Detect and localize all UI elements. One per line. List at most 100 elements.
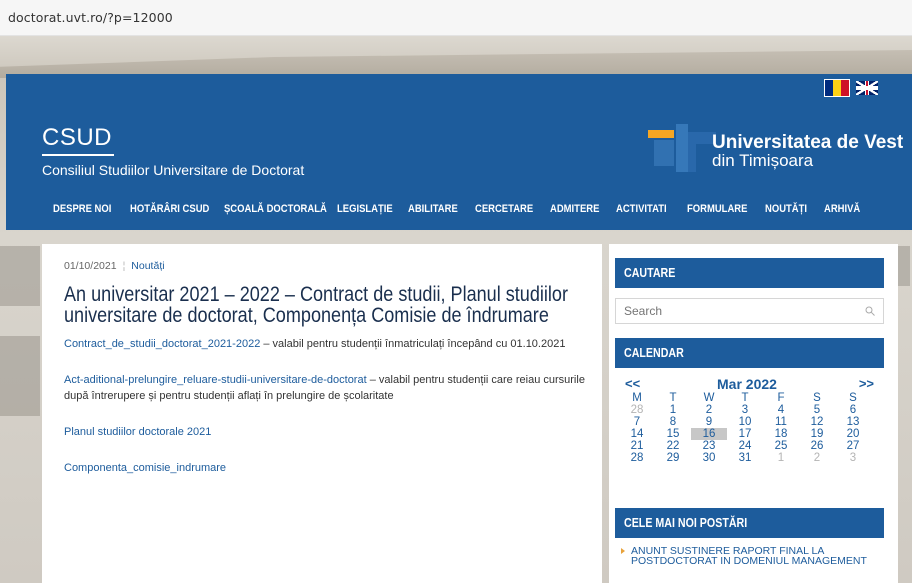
- nav-activitati[interactable]: ACTIVITATI: [616, 203, 667, 215]
- calendar-day[interactable]: 13: [835, 416, 871, 428]
- romanian-flag-icon[interactable]: [824, 79, 850, 97]
- calendar-day[interactable]: 4: [763, 404, 799, 416]
- nav-abilitare[interactable]: ABILITARE: [408, 203, 458, 215]
- nav-scoala-doctorala[interactable]: ȘCOALĂ DOCTORALĂ: [224, 203, 327, 215]
- calendar-day[interactable]: 23: [691, 440, 727, 452]
- calendar-day[interactable]: 17: [727, 428, 763, 440]
- calendar-day[interactable]: 10: [727, 416, 763, 428]
- calendar-day[interactable]: 28: [619, 404, 655, 416]
- calendar-day[interactable]: 14: [619, 428, 655, 440]
- calendar-header: << Mar 2022 >>: [615, 376, 884, 392]
- calendar-day[interactable]: 2: [691, 404, 727, 416]
- post-meta: 01/10/2021 ¦ Noutăți: [64, 260, 165, 272]
- calendar-day[interactable]: 28: [619, 452, 655, 464]
- calendar-day[interactable]: 1: [763, 452, 799, 464]
- nav-formulare[interactable]: FORMULARE: [687, 203, 747, 215]
- calendar-widget-title: CALENDAR: [615, 338, 884, 368]
- calendar-day[interactable]: 1: [655, 404, 691, 416]
- calendar-day[interactable]: 22: [655, 440, 691, 452]
- title-underline: [42, 154, 114, 156]
- calendar-day[interactable]: 11: [763, 416, 799, 428]
- address-bar[interactable]: doctorat.uvt.ro/?p=12000: [0, 0, 912, 36]
- nav-cercetare[interactable]: CERCETARE: [475, 203, 533, 215]
- calendar-day[interactable]: 20: [835, 428, 871, 440]
- nav-noutati[interactable]: NOUTĂȚI: [765, 203, 807, 215]
- calendar-grid: M T W T F S S 28 1 2 3 4 5 6 7 8 9 10 11 12 13 14 15 16 17 18 19 20…: [619, 392, 884, 464]
- calendar: << Mar 2022 >> M T W T F S S 28 1 2 3 4 5 6 7 8 9 10 11 12 1…: [615, 376, 884, 464]
- uvt-logo-icon[interactable]: [644, 122, 716, 182]
- calendar-weekday: T: [741, 392, 749, 404]
- building-window: [0, 246, 40, 306]
- post-category-link[interactable]: Noutăți: [131, 260, 164, 272]
- componenta-comisie-link[interactable]: Componenta_comisie_indrumare: [64, 462, 226, 474]
- calendar-day[interactable]: 9: [691, 416, 727, 428]
- calendar-day[interactable]: 3: [835, 452, 871, 464]
- calendar-month: Mar 2022: [717, 376, 777, 392]
- latest-post-title[interactable]: ANUNT SUSTINERE RAPORT FINAL LA POSTDOCT…: [631, 545, 867, 567]
- post-content: 01/10/2021 ¦ Noutăți An universitar 2021 –…: [42, 244, 602, 583]
- paragraph-text: – valabil pentru studenții înmatriculați…: [260, 338, 566, 350]
- calendar-day[interactable]: 24: [727, 440, 763, 452]
- post-paragraph: Act-aditional-prelungire_reluare-studii-…: [64, 372, 604, 404]
- meta-separator: ¦: [122, 260, 126, 272]
- calendar-day[interactable]: 30: [691, 452, 727, 464]
- calendar-day[interactable]: 19: [799, 428, 835, 440]
- university-name-line2: din Timișoara: [712, 151, 814, 170]
- search-icon[interactable]: [865, 306, 875, 316]
- latest-post-item[interactable]: ANUNT SUSTINERE RAPORT FINAL LA POSTDOCT…: [615, 546, 884, 566]
- calendar-day[interactable]: 7: [619, 416, 655, 428]
- language-switcher: [824, 78, 878, 98]
- bullet-arrow-icon: [621, 548, 625, 554]
- post-paragraph: Componenta_comisie_indrumare: [64, 460, 604, 476]
- calendar-day[interactable]: 18: [763, 428, 799, 440]
- calendar-day[interactable]: 16: [691, 428, 727, 440]
- act-aditional-link[interactable]: Act-aditional-prelungire_reluare-studii-…: [64, 374, 367, 386]
- calendar-day[interactable]: 27: [835, 440, 871, 452]
- calendar-day[interactable]: 29: [655, 452, 691, 464]
- calendar-weekday: M: [632, 392, 642, 404]
- calendar-next-link[interactable]: >>: [859, 376, 874, 391]
- main-navigation: DESPRE NOI HOTĂRÂRI CSUD ȘCOALĂ DOCTORAL…: [6, 196, 912, 226]
- calendar-day[interactable]: 15: [655, 428, 691, 440]
- calendar-day[interactable]: 5: [799, 404, 835, 416]
- calendar-weekday: F: [777, 392, 785, 404]
- latest-posts-list: ANUNT SUSTINERE RAPORT FINAL LA POSTDOCT…: [615, 546, 884, 566]
- university-name-line1: Universitatea de Vest: [712, 132, 904, 153]
- nav-legislatie[interactable]: LEGISLAȚIE: [337, 203, 393, 215]
- university-name: Universitatea de Vest din Timișoara: [712, 132, 904, 170]
- calendar-day[interactable]: 12: [799, 416, 835, 428]
- building-window: [0, 336, 40, 416]
- calendar-day[interactable]: 25: [763, 440, 799, 452]
- post-date: 01/10/2021: [64, 260, 117, 272]
- calendar-weekday: W: [703, 392, 715, 404]
- calendar-prev-link[interactable]: <<: [625, 376, 640, 391]
- post-paragraph: Planul studiilor doctorale 2021: [64, 424, 604, 440]
- search-box[interactable]: [615, 298, 884, 324]
- search-widget-title-text: CAUTARE: [624, 265, 676, 280]
- post-paragraph: Contract_de_studii_doctorat_2021-2022 – …: [64, 336, 604, 352]
- search-input[interactable]: [622, 303, 856, 319]
- calendar-day[interactable]: 8: [655, 416, 691, 428]
- latest-posts-widget-title: CELE MAI NOI POSTĂRI: [615, 508, 884, 538]
- nav-despre-noi[interactable]: DESPRE NOI: [53, 203, 111, 215]
- calendar-day[interactable]: 6: [835, 404, 871, 416]
- calendar-weekday: S: [813, 392, 821, 404]
- calendar-day[interactable]: 3: [727, 404, 763, 416]
- uk-flag-icon[interactable]: [856, 81, 878, 95]
- calendar-day[interactable]: 2: [799, 452, 835, 464]
- nav-hotarari-csud[interactable]: HOTĂRÂRI CSUD: [130, 203, 209, 215]
- site-subtitle: Consiliul Studiilor Universitare de Doct…: [42, 162, 305, 178]
- planul-studiilor-link[interactable]: Planul studiilor doctorale 2021: [64, 426, 211, 438]
- search-widget-title: CAUTARE: [615, 258, 884, 288]
- url-text[interactable]: doctorat.uvt.ro/?p=12000: [8, 10, 173, 25]
- site-title[interactable]: CSUD: [42, 124, 112, 152]
- calendar-day[interactable]: 31: [727, 452, 763, 464]
- contract-studii-link[interactable]: Contract_de_studii_doctorat_2021-2022: [64, 338, 260, 350]
- calendar-day[interactable]: 26: [799, 440, 835, 452]
- calendar-day[interactable]: 21: [619, 440, 655, 452]
- calendar-weekday: T: [669, 392, 677, 404]
- calendar-widget-title-text: CALENDAR: [624, 345, 684, 360]
- nav-admitere[interactable]: ADMITERE: [550, 203, 599, 215]
- nav-arhiva[interactable]: ARHIVĂ: [824, 203, 860, 215]
- sidebar: CAUTARE CALENDAR << Mar 2022 >> M T W T F S S 2…: [609, 244, 898, 583]
